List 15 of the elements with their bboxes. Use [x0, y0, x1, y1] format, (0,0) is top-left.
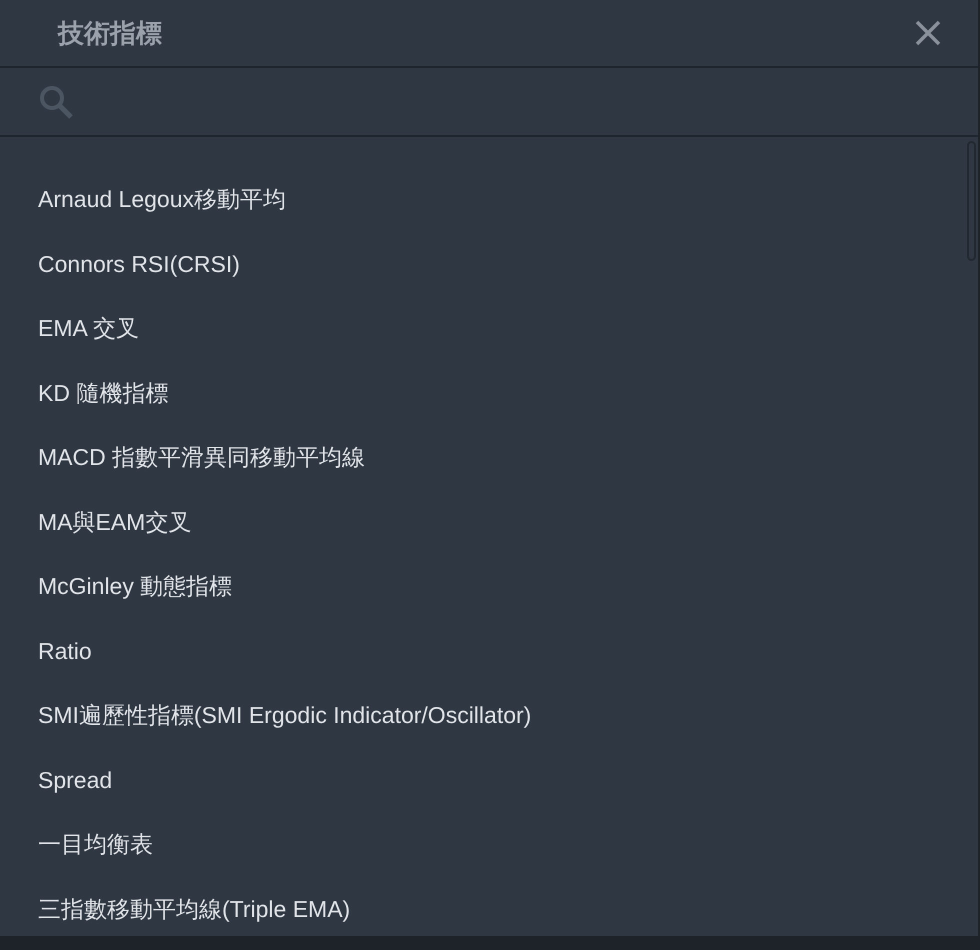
indicator-item[interactable]: MACD 指數平滑異同移動平均線 — [0, 425, 978, 490]
indicator-item[interactable]: 一目均衡表 — [0, 812, 978, 876]
dialog-title: 技術指標 — [58, 16, 162, 50]
indicator-item[interactable]: Arnaud Legoux移動平均 — [0, 167, 978, 232]
search-icon — [38, 84, 74, 120]
indicator-item[interactable]: Connors RSI(CRSI) — [0, 232, 978, 296]
indicator-item[interactable]: MA與EAM交叉 — [0, 490, 978, 554]
indicator-item[interactable]: KD 隨機指標 — [0, 360, 978, 425]
close-icon[interactable] — [914, 19, 942, 47]
indicator-item[interactable]: Spread — [0, 748, 978, 812]
indicator-item[interactable]: 三指數移動平均線(Triple EMA) — [0, 876, 978, 936]
indicator-item[interactable]: McGinley 動態指標 — [0, 554, 978, 618]
indicator-item[interactable]: SMI遍歷性指標(SMI Ergodic Indicator/Oscillator) — [0, 683, 978, 748]
indicator-item[interactable]: Ratio — [0, 618, 978, 683]
indicator-item[interactable]: EMA 交叉 — [0, 296, 978, 360]
